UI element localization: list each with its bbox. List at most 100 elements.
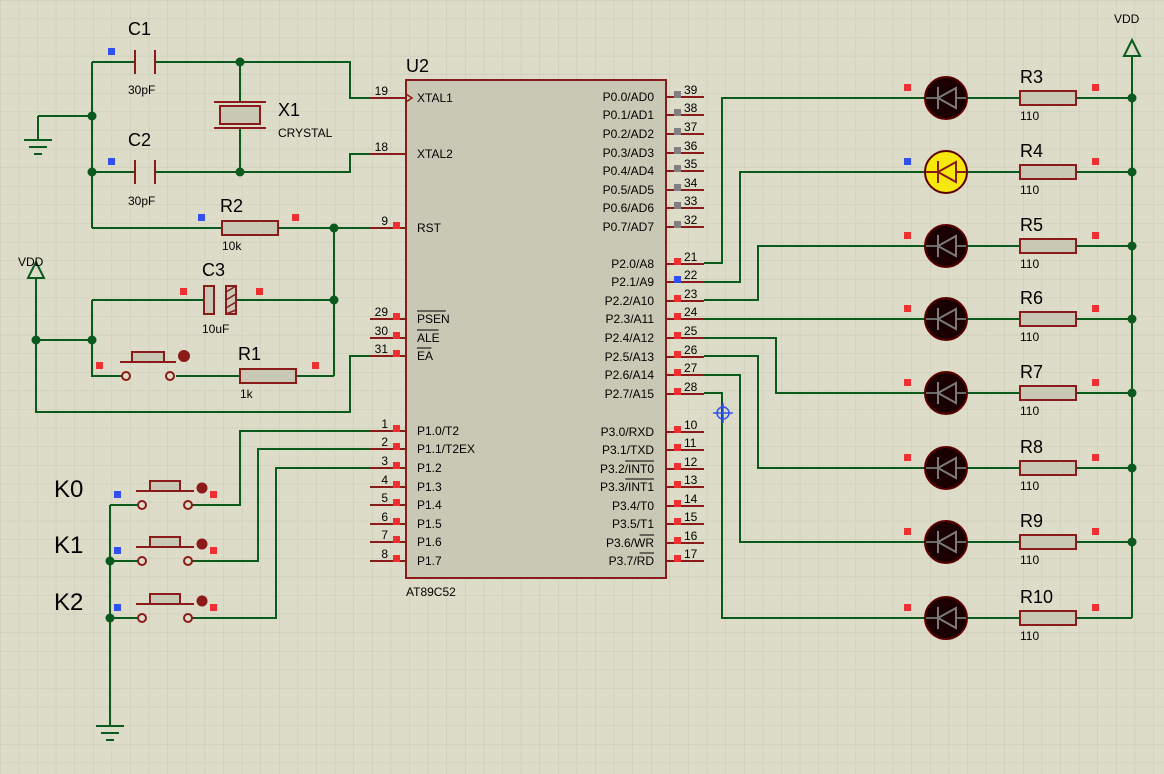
button-state-dot	[178, 350, 190, 362]
pin-state-marker	[674, 444, 681, 451]
pin-state-marker	[393, 425, 400, 432]
pin-label: P3.7/RD	[609, 554, 655, 568]
pin-number: 11	[684, 436, 697, 450]
pin-label: P2.4/A12	[605, 331, 655, 345]
pin-marker	[256, 288, 263, 295]
pin-number: 3	[381, 454, 388, 468]
c3-ref: C3	[202, 260, 225, 280]
x1-value: CRYSTAL	[278, 126, 333, 140]
microcontroller-u2[interactable]: U2 AT89C52 19 XTAL118 XTAL29 RST29 PSEN30 ALE…	[370, 56, 704, 599]
pin-number: 23	[684, 287, 698, 301]
pin-state-marker	[393, 499, 400, 506]
pin-number: 19	[375, 84, 389, 98]
resistor-ref: R6	[1020, 288, 1043, 308]
pin-label: P1.0/T2	[417, 424, 459, 438]
pin-marker	[904, 158, 911, 165]
pin-label: P1.5	[417, 517, 442, 531]
pin-marker	[292, 214, 299, 221]
pin-label: XTAL1	[417, 91, 453, 105]
pin-number: 39	[684, 83, 698, 97]
pin-state-marker	[393, 313, 400, 320]
pin-state-marker	[674, 369, 681, 376]
resistor-value: 110	[1020, 109, 1039, 123]
pin-state-marker	[674, 555, 681, 562]
pin-number: 9	[381, 214, 388, 228]
resistor-value: 110	[1020, 183, 1039, 197]
pin-number: 25	[684, 324, 698, 338]
pin-label: PSEN	[417, 312, 450, 326]
pin-marker	[1092, 379, 1099, 386]
pin-marker	[210, 547, 217, 554]
pin-number: 30	[375, 324, 389, 338]
pin-state-marker	[674, 518, 681, 525]
pin-label: P3.5/T1	[612, 517, 654, 531]
pin-label: P2.1/A9	[611, 275, 654, 289]
pin-number: 24	[684, 305, 698, 319]
chip-part: AT89C52	[406, 585, 456, 599]
c1-value: 30pF	[128, 83, 155, 97]
resistor-value: 110	[1020, 553, 1039, 567]
pin-number: 36	[684, 139, 698, 153]
pin-number: 22	[684, 268, 698, 282]
pin-marker	[180, 288, 187, 295]
pin-marker	[1092, 232, 1099, 239]
pin-marker	[210, 604, 217, 611]
pin-number: 8	[381, 547, 388, 561]
pin-state-marker	[393, 462, 400, 469]
schematic-canvas[interactable]: VDD VDD C1 30pF C2 30pF X1 CRYSTAL R2 10…	[0, 0, 1164, 774]
pin-number: 14	[684, 492, 698, 506]
pin-number: 35	[684, 157, 698, 171]
c1-ref: C1	[128, 19, 151, 39]
pin-number: 27	[684, 361, 698, 375]
pin-label: P2.5/A13	[605, 350, 655, 364]
pin-state-marker	[393, 222, 400, 229]
pin-number: 4	[381, 473, 388, 487]
pin-state-marker	[674, 463, 681, 470]
pin-number: 34	[684, 176, 698, 190]
pin-marker	[904, 454, 911, 461]
key-label: K2	[54, 589, 83, 616]
pin-state-marker	[393, 555, 400, 562]
pin-state-marker	[674, 388, 681, 395]
pin-state-marker	[393, 332, 400, 339]
pin-marker	[904, 604, 911, 611]
pin-number: 12	[684, 455, 698, 469]
resistor-value: 110	[1020, 629, 1039, 643]
resistor-value: 110	[1020, 404, 1039, 418]
pin-state-marker	[674, 426, 681, 433]
pin-state-marker	[674, 258, 681, 265]
pin-label: P1.6	[417, 535, 442, 549]
pin-state-marker	[674, 313, 681, 320]
pin-label: P2.7/A15	[605, 387, 655, 401]
pin-state-marker	[674, 91, 681, 98]
pin-state-marker	[674, 221, 681, 228]
pin-label: P0.5/AD5	[603, 183, 655, 197]
resistor-ref: R5	[1020, 215, 1043, 235]
pin-marker	[1092, 158, 1099, 165]
pin-marker	[904, 232, 911, 239]
pin-number: 16	[684, 529, 698, 543]
pin-marker	[904, 84, 911, 91]
pin-state-marker	[674, 147, 681, 154]
pin-label: P3.6/WR	[606, 536, 654, 550]
pin-label: RST	[417, 221, 442, 235]
resistor-ref: R10	[1020, 587, 1053, 607]
pin-marker	[114, 604, 121, 611]
pin-marker	[114, 491, 121, 498]
pin-number: 32	[684, 213, 698, 227]
pin-marker	[1092, 84, 1099, 91]
resistor-value: 110	[1020, 257, 1039, 271]
pin-label: ALE	[417, 331, 440, 345]
pin-number: 1	[381, 417, 388, 431]
pin-state-marker	[393, 481, 400, 488]
pin-state-marker	[674, 537, 681, 544]
pin-state-marker	[393, 350, 400, 357]
resistor-ref: R9	[1020, 511, 1043, 531]
key-label: K0	[54, 476, 83, 503]
vdd-label-right: VDD	[1114, 12, 1140, 26]
pin-marker	[1092, 305, 1099, 312]
pin-label: P0.1/AD1	[603, 108, 655, 122]
resistor-ref: R7	[1020, 362, 1043, 382]
pin-label: P1.1/T2EX	[417, 442, 475, 456]
pin-state-marker	[393, 443, 400, 450]
